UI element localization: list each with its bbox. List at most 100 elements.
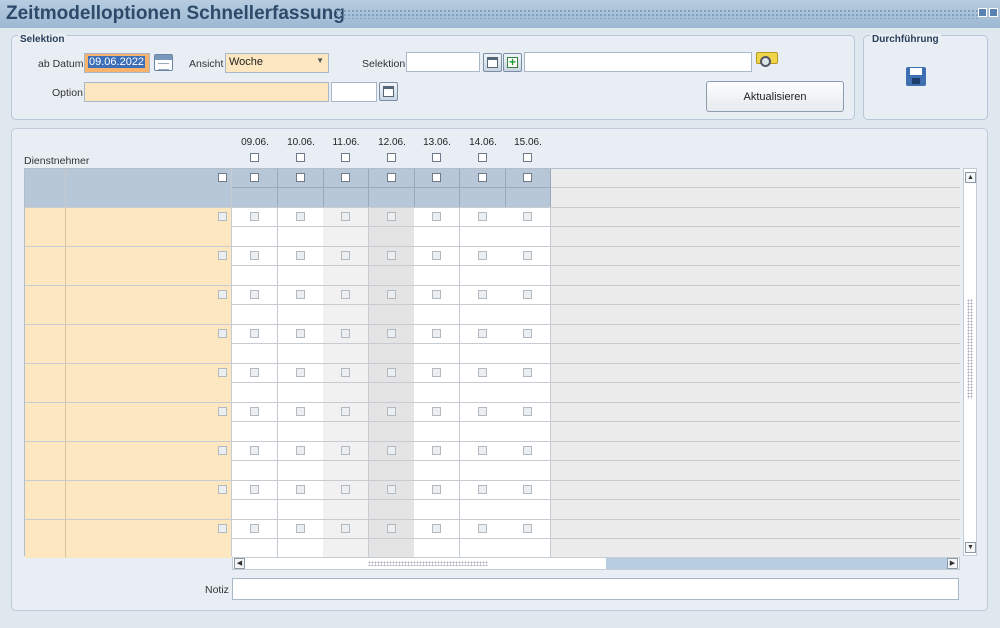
day-checkbox[interactable] [296, 485, 305, 494]
day-checkbox[interactable] [523, 368, 532, 377]
day-checkbox[interactable] [387, 290, 396, 299]
day-checkbox[interactable] [341, 290, 350, 299]
option-secondary-field[interactable] [331, 82, 377, 102]
day-checkbox[interactable] [523, 173, 532, 182]
day-checkbox[interactable] [250, 368, 259, 377]
vertical-scrollbar[interactable]: ▲ ▼ [963, 168, 977, 556]
row-checkbox[interactable] [218, 407, 227, 416]
day-checkbox[interactable] [387, 485, 396, 494]
option-field[interactable] [84, 82, 329, 102]
day-checkbox[interactable] [523, 153, 532, 162]
scroll-right-icon[interactable]: ▶ [947, 558, 958, 569]
day-checkbox[interactable] [341, 212, 350, 221]
day-checkbox[interactable] [296, 368, 305, 377]
day-checkbox[interactable] [432, 153, 441, 162]
day-checkbox[interactable] [432, 524, 441, 533]
selektion-field[interactable] [406, 52, 480, 72]
day-checkbox[interactable] [523, 212, 532, 221]
day-checkbox[interactable] [478, 329, 487, 338]
day-checkbox[interactable] [523, 251, 532, 260]
day-checkbox[interactable] [478, 212, 487, 221]
calendar-icon[interactable] [154, 54, 173, 71]
day-checkbox[interactable] [341, 485, 350, 494]
day-checkbox[interactable] [296, 407, 305, 416]
day-checkbox[interactable] [296, 212, 305, 221]
day-checkbox[interactable] [478, 485, 487, 494]
row-checkbox[interactable] [218, 368, 227, 377]
day-checkbox[interactable] [250, 407, 259, 416]
day-checkbox[interactable] [296, 251, 305, 260]
day-checkbox[interactable] [478, 153, 487, 162]
save-icon[interactable] [906, 67, 926, 86]
row-checkbox[interactable] [218, 290, 227, 299]
ansicht-select[interactable]: Woche ▼ [225, 53, 329, 73]
day-checkbox[interactable] [250, 329, 259, 338]
day-checkbox[interactable] [250, 212, 259, 221]
day-checkbox[interactable] [296, 446, 305, 455]
row-checkbox[interactable] [218, 329, 227, 338]
row-checkbox[interactable] [218, 251, 227, 260]
minimize-button[interactable] [978, 8, 987, 17]
row-checkbox[interactable] [218, 485, 227, 494]
scroll-thumb[interactable] [606, 558, 956, 569]
scroll-grip[interactable] [967, 299, 973, 399]
day-checkbox[interactable] [478, 368, 487, 377]
day-checkbox[interactable] [341, 407, 350, 416]
day-checkbox[interactable] [432, 212, 441, 221]
table-row[interactable] [25, 480, 231, 519]
day-checkbox[interactable] [250, 524, 259, 533]
day-checkbox[interactable] [478, 173, 487, 182]
day-checkbox[interactable] [387, 407, 396, 416]
day-checkbox[interactable] [387, 446, 396, 455]
day-checkbox[interactable] [478, 407, 487, 416]
day-checkbox[interactable] [341, 173, 350, 182]
list-icon[interactable] [483, 53, 502, 72]
day-checkbox[interactable] [523, 407, 532, 416]
day-checkbox[interactable] [250, 173, 259, 182]
table-row[interactable] [25, 519, 231, 558]
scroll-left-icon[interactable]: ◀ [234, 558, 245, 569]
row-checkbox[interactable] [218, 524, 227, 533]
table-row[interactable] [25, 285, 231, 324]
day-checkbox[interactable] [478, 524, 487, 533]
scroll-up-icon[interactable]: ▲ [965, 172, 976, 183]
day-checkbox[interactable] [432, 290, 441, 299]
day-checkbox[interactable] [296, 290, 305, 299]
day-checkbox[interactable] [387, 368, 396, 377]
table-row[interactable] [25, 324, 231, 363]
day-checkbox[interactable] [341, 446, 350, 455]
day-checkbox[interactable] [478, 290, 487, 299]
day-checkbox[interactable] [387, 329, 396, 338]
day-checkbox[interactable] [250, 251, 259, 260]
add-icon[interactable]: + [503, 53, 522, 72]
day-checkbox[interactable] [432, 251, 441, 260]
table-row[interactable] [25, 363, 231, 402]
day-checkbox[interactable] [478, 251, 487, 260]
horizontal-scrollbar[interactable]: ◀ ▶ [232, 557, 960, 570]
day-checkbox[interactable] [387, 153, 396, 162]
day-checkbox[interactable] [296, 153, 305, 162]
day-checkbox[interactable] [250, 153, 259, 162]
table-row[interactable] [25, 246, 231, 285]
day-checkbox[interactable] [341, 524, 350, 533]
aktualisieren-button[interactable]: Aktualisieren [706, 81, 844, 112]
day-checkbox[interactable] [432, 446, 441, 455]
day-checkbox[interactable] [432, 485, 441, 494]
day-checkbox[interactable] [250, 485, 259, 494]
day-checkbox[interactable] [250, 290, 259, 299]
notiz-field[interactable] [232, 578, 959, 600]
day-checkbox[interactable] [341, 251, 350, 260]
day-checkbox[interactable] [387, 524, 396, 533]
day-checkbox[interactable] [478, 446, 487, 455]
list-icon[interactable] [379, 82, 398, 101]
day-checkbox[interactable] [523, 329, 532, 338]
row-checkbox[interactable] [218, 446, 227, 455]
day-checkbox[interactable] [432, 407, 441, 416]
close-button[interactable] [989, 8, 998, 17]
table-row[interactable] [25, 441, 231, 480]
selektion-text-field[interactable] [524, 52, 752, 72]
day-checkbox[interactable] [296, 329, 305, 338]
day-checkbox[interactable] [523, 485, 532, 494]
day-checkbox[interactable] [387, 173, 396, 182]
table-row[interactable] [25, 402, 231, 441]
